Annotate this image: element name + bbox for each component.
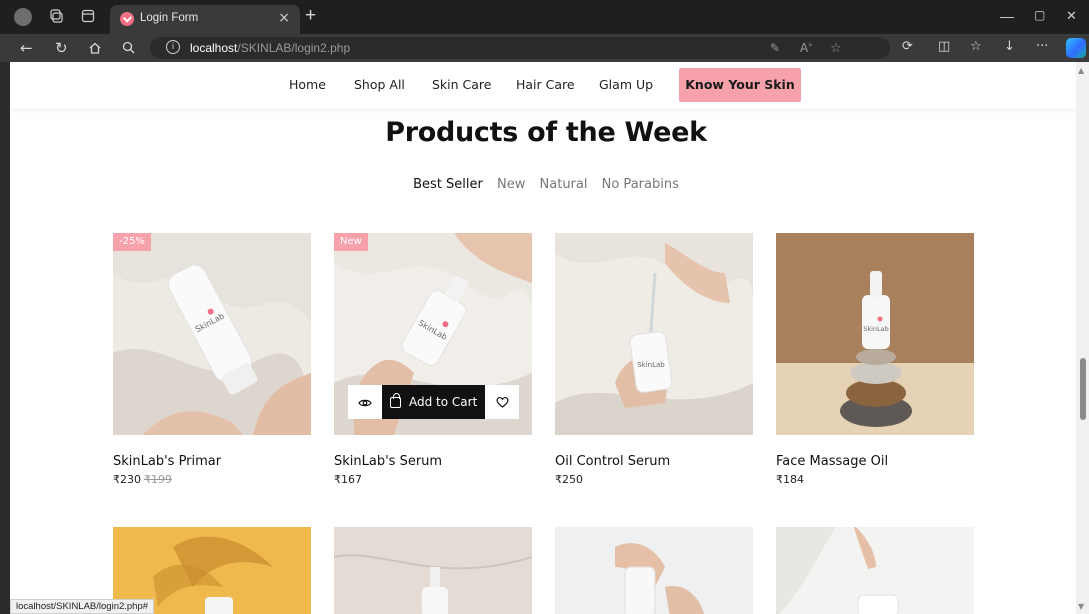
- new-tab-button[interactable]: +: [305, 5, 316, 27]
- status-bar-url: localhost/SKINLAB/login2.php#: [10, 599, 155, 614]
- know-your-skin-button[interactable]: Know Your Skin: [679, 68, 801, 102]
- product-card[interactable]: SkinLab Oil Control Serum ₹250: [555, 233, 753, 486]
- back-arrow-icon[interactable]: ←: [20, 39, 33, 57]
- old-price: ₹199: [144, 473, 172, 486]
- svg-text:SkinLab: SkinLab: [863, 325, 889, 333]
- nav-glam-up-link[interactable]: Glam Up: [599, 77, 653, 92]
- workspaces-icon[interactable]: [48, 9, 64, 25]
- product-price: ₹184: [776, 473, 974, 486]
- filter-best-seller[interactable]: Best Seller: [413, 177, 483, 192]
- nav-shop-all-link[interactable]: Shop All: [354, 77, 405, 92]
- product-image[interactable]: [776, 527, 974, 614]
- current-price: ₹184: [776, 473, 804, 486]
- scroll-down-arrow-icon[interactable]: ▼: [1078, 602, 1084, 611]
- address-bar[interactable]: i localhost/SKINLAB/login2.php A» ☆ ✎: [150, 37, 890, 59]
- product-name[interactable]: Face Massage Oil: [776, 454, 974, 469]
- url-text[interactable]: localhost/SKINLAB/login2.php: [190, 41, 350, 55]
- site-navigation: Home Shop All Skin Care Hair Care Glam U…: [10, 62, 1076, 108]
- window-maximize-button[interactable]: ▢: [1034, 8, 1045, 22]
- url-path: /SKINLAB/login2.php: [237, 41, 351, 55]
- filter-natural[interactable]: Natural: [540, 177, 588, 192]
- section-title: Products of the Week: [385, 117, 707, 148]
- window-minimize-button[interactable]: —: [1000, 8, 1014, 24]
- copilot-icon[interactable]: [1066, 38, 1086, 58]
- home-icon[interactable]: [88, 39, 102, 59]
- nav-home-link[interactable]: Home: [289, 77, 326, 92]
- product-price: ₹250: [555, 473, 753, 486]
- quick-view-button[interactable]: [348, 385, 382, 419]
- favorites-icon[interactable]: ☆: [970, 39, 982, 54]
- browser-tab-active[interactable]: Login Form ×: [110, 5, 300, 34]
- product-filter-tabs: Best Seller New Natural No Parabins: [10, 177, 1076, 192]
- product-image[interactable]: SkinLab -25%: [113, 233, 311, 435]
- eye-icon: [358, 393, 372, 412]
- search-icon[interactable]: [122, 39, 135, 58]
- heart-icon: [496, 393, 509, 412]
- favorite-star-icon[interactable]: ☆: [830, 41, 842, 56]
- current-price: ₹250: [555, 473, 583, 486]
- product-card[interactable]: SkinLab New Add to Cart SkinLab's Serum …: [334, 233, 532, 486]
- product-card[interactable]: SkinLab -25% SkinLab's Primar ₹230 ₹199: [113, 233, 311, 486]
- svg-text:SkinLab: SkinLab: [637, 361, 665, 369]
- tab-actions-icon[interactable]: [80, 9, 96, 25]
- scrollbar-thumb[interactable]: [1080, 358, 1086, 420]
- product-price: ₹167: [334, 473, 532, 486]
- split-screen-icon[interactable]: ◫: [938, 39, 950, 54]
- product-card[interactable]: SkinLab Face Massage Oil ₹184: [776, 233, 974, 486]
- more-options-icon[interactable]: ···: [1036, 39, 1048, 54]
- product-image[interactable]: SkinLab: [776, 233, 974, 435]
- downloads-icon[interactable]: ↓: [1004, 39, 1015, 54]
- filter-new[interactable]: New: [497, 177, 525, 192]
- product-image[interactable]: [334, 527, 532, 614]
- browser-toolbar: ← ↻ i localhost/SKINLAB/login2.php A» ☆ …: [0, 34, 1089, 62]
- page-scrollbar[interactable]: ▲ ▼: [1076, 62, 1089, 614]
- product-image[interactable]: [555, 527, 753, 614]
- product-hover-actions: Add to Cart: [348, 385, 520, 419]
- add-to-cart-label: Add to Cart: [409, 395, 478, 409]
- new-badge: New: [334, 233, 368, 251]
- window-left-edge: [0, 62, 10, 614]
- pen-icon[interactable]: ✎: [770, 41, 780, 55]
- tab-close-icon[interactable]: ×: [278, 10, 290, 26]
- product-image[interactable]: SkinLab New Add to Cart: [334, 233, 532, 435]
- profile-avatar[interactable]: [14, 8, 32, 26]
- discount-badge: -25%: [113, 233, 151, 251]
- filter-no-parabins[interactable]: No Parabins: [602, 177, 679, 192]
- product-name[interactable]: SkinLab's Serum: [334, 454, 532, 469]
- product-name[interactable]: Oil Control Serum: [555, 454, 753, 469]
- site-favicon-icon: [120, 12, 134, 26]
- product-price: ₹230 ₹199: [113, 473, 311, 486]
- read-aloud-icon[interactable]: A»: [800, 41, 813, 55]
- scroll-up-arrow-icon[interactable]: ▲: [1078, 66, 1084, 75]
- window-close-button[interactable]: ✕: [1066, 8, 1077, 24]
- web-page: Home Shop All Skin Care Hair Care Glam U…: [10, 62, 1076, 614]
- wishlist-button[interactable]: [485, 385, 520, 419]
- nav-skin-care-link[interactable]: Skin Care: [432, 77, 492, 92]
- tab-title: Login Form: [140, 12, 199, 24]
- current-price: ₹167: [334, 473, 362, 486]
- browser-tab-bar: Login Form × + — ▢ ✕: [0, 0, 1089, 34]
- refresh-icon[interactable]: ↻: [55, 39, 68, 57]
- add-to-cart-button[interactable]: Add to Cart: [382, 385, 486, 419]
- url-host: localhost: [190, 41, 238, 55]
- product-name[interactable]: SkinLab's Primar: [113, 454, 311, 469]
- site-info-icon[interactable]: i: [166, 40, 180, 54]
- product-image[interactable]: SkinLab: [555, 233, 753, 435]
- extension-icon[interactable]: ⟳: [902, 39, 913, 54]
- current-price: ₹230: [113, 473, 141, 486]
- shopping-bag-icon: [390, 392, 401, 408]
- nav-hair-care-link[interactable]: Hair Care: [516, 77, 575, 92]
